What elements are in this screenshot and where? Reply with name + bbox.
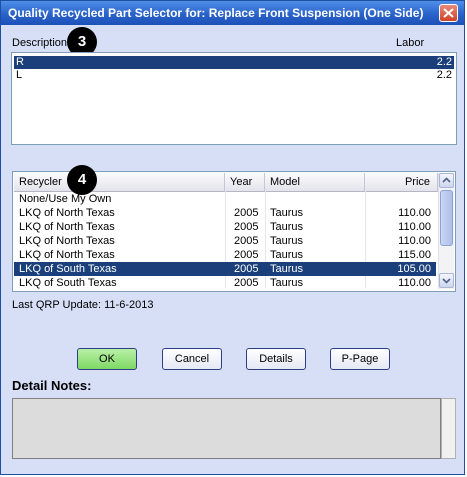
detail-notes-scrollbar[interactable] xyxy=(441,398,456,459)
recycler-name: LKQ of North Texas xyxy=(19,221,115,233)
recycler-model: Taurus xyxy=(270,221,304,233)
recycler-price: 115.00 xyxy=(398,249,431,261)
recycler-year: 2005 xyxy=(234,249,259,261)
recycler-price: 105.00 xyxy=(397,263,431,275)
recycler-year: 2005 xyxy=(234,277,259,289)
recycler-name: LKQ of North Texas xyxy=(19,249,115,261)
recycler-price: 110.00 xyxy=(398,221,431,233)
recycler-year: 2005 xyxy=(234,263,259,275)
recycler-year: 2005 xyxy=(234,235,259,247)
callout-4-marker: 4 xyxy=(67,165,97,195)
dialog-body: Description 3 Labor R 2.2 L 2.2 Recycler… xyxy=(4,26,460,472)
scroll-thumb[interactable] xyxy=(440,190,453,246)
column-header-recycler[interactable]: Recycler xyxy=(14,173,225,191)
column-header-year[interactable]: Year xyxy=(225,173,265,191)
column-header-model[interactable]: Model xyxy=(265,173,365,191)
recycler-name: LKQ of North Texas xyxy=(19,235,115,247)
recycler-row[interactable]: LKQ of South Texas 2005 Taurus 110.00 xyxy=(14,276,436,290)
labor-row-l[interactable]: L 2.2 xyxy=(14,69,454,82)
ok-button[interactable]: OK xyxy=(77,348,137,370)
labor-row-hours: 2.2 xyxy=(436,56,452,68)
recycler-model: Taurus xyxy=(270,263,304,275)
recycler-row[interactable]: LKQ of North Texas 2005 Taurus 115.00 xyxy=(14,248,436,262)
p-page-button[interactable]: P-Page xyxy=(330,348,390,370)
recycler-model: Taurus xyxy=(270,235,304,247)
labor-listbox[interactable]: R 2.2 L 2.2 xyxy=(11,52,457,145)
column-header-price[interactable]: Price xyxy=(365,173,438,191)
recycler-model: Taurus xyxy=(270,277,304,289)
labor-row-r[interactable]: R 2.2 xyxy=(14,56,454,69)
recycler-year: 2005 xyxy=(234,207,259,219)
chevron-up-icon xyxy=(442,177,451,183)
recycler-row[interactable]: LKQ of North Texas 2005 Taurus 110.00 xyxy=(14,234,436,248)
labor-column-label: Labor xyxy=(396,37,425,49)
labor-row-hours: 2.2 xyxy=(436,69,452,81)
recycler-year: 2005 xyxy=(234,221,259,233)
last-qrp-update-label: Last QRP Update: 11-6-2013 xyxy=(12,299,154,311)
recycler-price: 110.00 xyxy=(398,235,431,247)
scroll-down-button[interactable] xyxy=(439,273,454,288)
detail-notes-field[interactable] xyxy=(12,398,441,459)
title-bar[interactable]: Quality Recycled Part Selector for: Repl… xyxy=(1,1,464,25)
recycler-name: None/Use My Own xyxy=(19,193,112,205)
description-column-label: Description xyxy=(12,37,68,49)
dialog-window: Quality Recycled Part Selector for: Repl… xyxy=(0,0,465,475)
recycler-price: 110.00 xyxy=(398,207,431,219)
recycler-row-selected[interactable]: LKQ of South Texas 2005 Taurus 105.00 xyxy=(14,262,436,276)
recycler-name: LKQ of South Texas xyxy=(19,277,117,289)
recycler-scrollbar[interactable] xyxy=(438,173,454,289)
scroll-up-button[interactable] xyxy=(439,173,454,188)
recycler-model: Taurus xyxy=(270,207,304,219)
close-icon xyxy=(443,8,454,18)
cancel-button[interactable]: Cancel xyxy=(162,348,222,370)
close-button[interactable] xyxy=(439,4,458,22)
recycler-name: LKQ of South Texas xyxy=(19,263,117,275)
recycler-price: 110.00 xyxy=(398,277,431,289)
labor-row-description: L xyxy=(16,69,23,81)
window-title: Quality Recycled Part Selector for: Repl… xyxy=(8,6,424,20)
labor-row-description: R xyxy=(16,56,24,68)
detail-notes-label: Detail Notes: xyxy=(12,378,92,393)
details-button[interactable]: Details xyxy=(246,348,306,370)
recycler-row[interactable]: LKQ of North Texas 2005 Taurus 110.00 xyxy=(14,206,436,220)
recycler-name: LKQ of North Texas xyxy=(19,207,115,219)
chevron-down-icon xyxy=(442,278,451,284)
recycler-model: Taurus xyxy=(270,249,304,261)
recycler-row[interactable]: LKQ of North Texas 2005 Taurus 110.00 xyxy=(14,220,436,234)
